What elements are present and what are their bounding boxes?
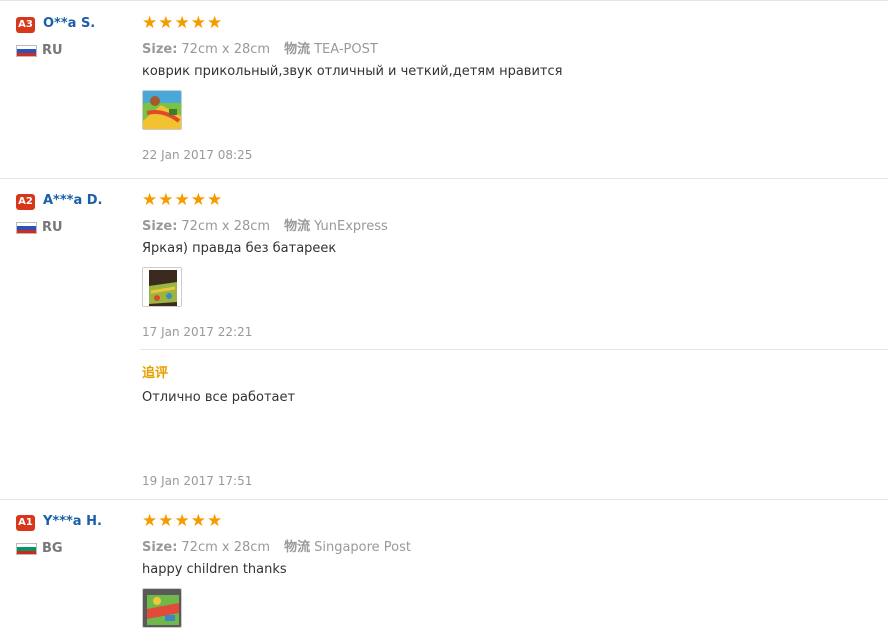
star-icon: ★ [142,13,158,33]
star-icon: ★ [174,13,190,33]
followup-text: Отлично все работает [142,390,296,405]
buyer-level-badge: A3 [16,17,35,33]
followup-title: 追评 [142,365,169,380]
buyer-name[interactable]: A***a D. [43,193,102,208]
size-label: Size: [142,42,178,57]
star-icon: ★ [190,190,206,210]
star-icon: ★ [142,190,158,210]
logistics-value: YunExpress [314,219,388,234]
russia-flag-icon [16,45,37,57]
logistics-label: 物流 [284,42,311,57]
star-icon: ★ [158,511,174,531]
buyer-name[interactable]: Y***a H. [43,514,102,529]
buyer-level-badge: A1 [16,515,35,531]
star-icon: ★ [190,13,206,33]
star-rating: ★ ★ ★ ★ ★ [142,13,223,33]
review-date: 17 Jan 2017 22:21 [142,325,253,339]
buyer-name[interactable]: O**a S. [43,16,95,31]
order-info: Size: 72cm x 28cm 物流 YunExpress [142,215,388,234]
russia-flag-icon [16,222,37,234]
review-text: коврик прикольный,звук отличный и четкий… [142,64,563,79]
review-date: 22 Jan 2017 08:25 [142,148,253,162]
order-info: Size: 72cm x 28cm 物流 Singapore Post [142,536,411,555]
star-icon: ★ [158,13,174,33]
review-divider [0,499,888,500]
logistics-label: 物流 [284,219,311,234]
star-icon: ★ [142,511,158,531]
star-icon: ★ [207,190,223,210]
star-rating: ★ ★ ★ ★ ★ [142,511,223,531]
review-text: Яркая) правда без батареек [142,241,337,256]
size-value: 72cm x 28cm [181,540,271,555]
buyer-country: BG [42,541,63,556]
star-icon: ★ [174,511,190,531]
logistics-label: 物流 [284,540,311,555]
star-icon: ★ [158,190,174,210]
star-icon: ★ [207,511,223,531]
buyer-country: RU [42,43,63,58]
top-divider [0,0,888,1]
order-info: Size: 72cm x 28cm 物流 TEA-POST [142,38,378,57]
bulgaria-flag-icon [16,543,37,555]
review-text: happy children thanks [142,562,287,577]
buyer-country: RU [42,220,63,235]
size-value: 72cm x 28cm [181,42,271,57]
followup-divider [140,349,888,350]
star-icon: ★ [190,511,206,531]
review-photo-thumbnail[interactable] [142,90,182,130]
star-icon: ★ [207,13,223,33]
logistics-value: TEA-POST [314,42,378,57]
star-rating: ★ ★ ★ ★ ★ [142,190,223,210]
size-label: Size: [142,540,178,555]
buyer-level-badge: A2 [16,194,35,210]
review-photo-thumbnail[interactable] [142,588,182,628]
review-photo-thumbnail[interactable] [142,267,182,307]
star-icon: ★ [174,190,190,210]
followup-date: 19 Jan 2017 17:51 [142,474,253,488]
size-label: Size: [142,219,178,234]
size-value: 72cm x 28cm [181,219,271,234]
logistics-value: Singapore Post [314,540,412,555]
review-divider [0,178,888,179]
